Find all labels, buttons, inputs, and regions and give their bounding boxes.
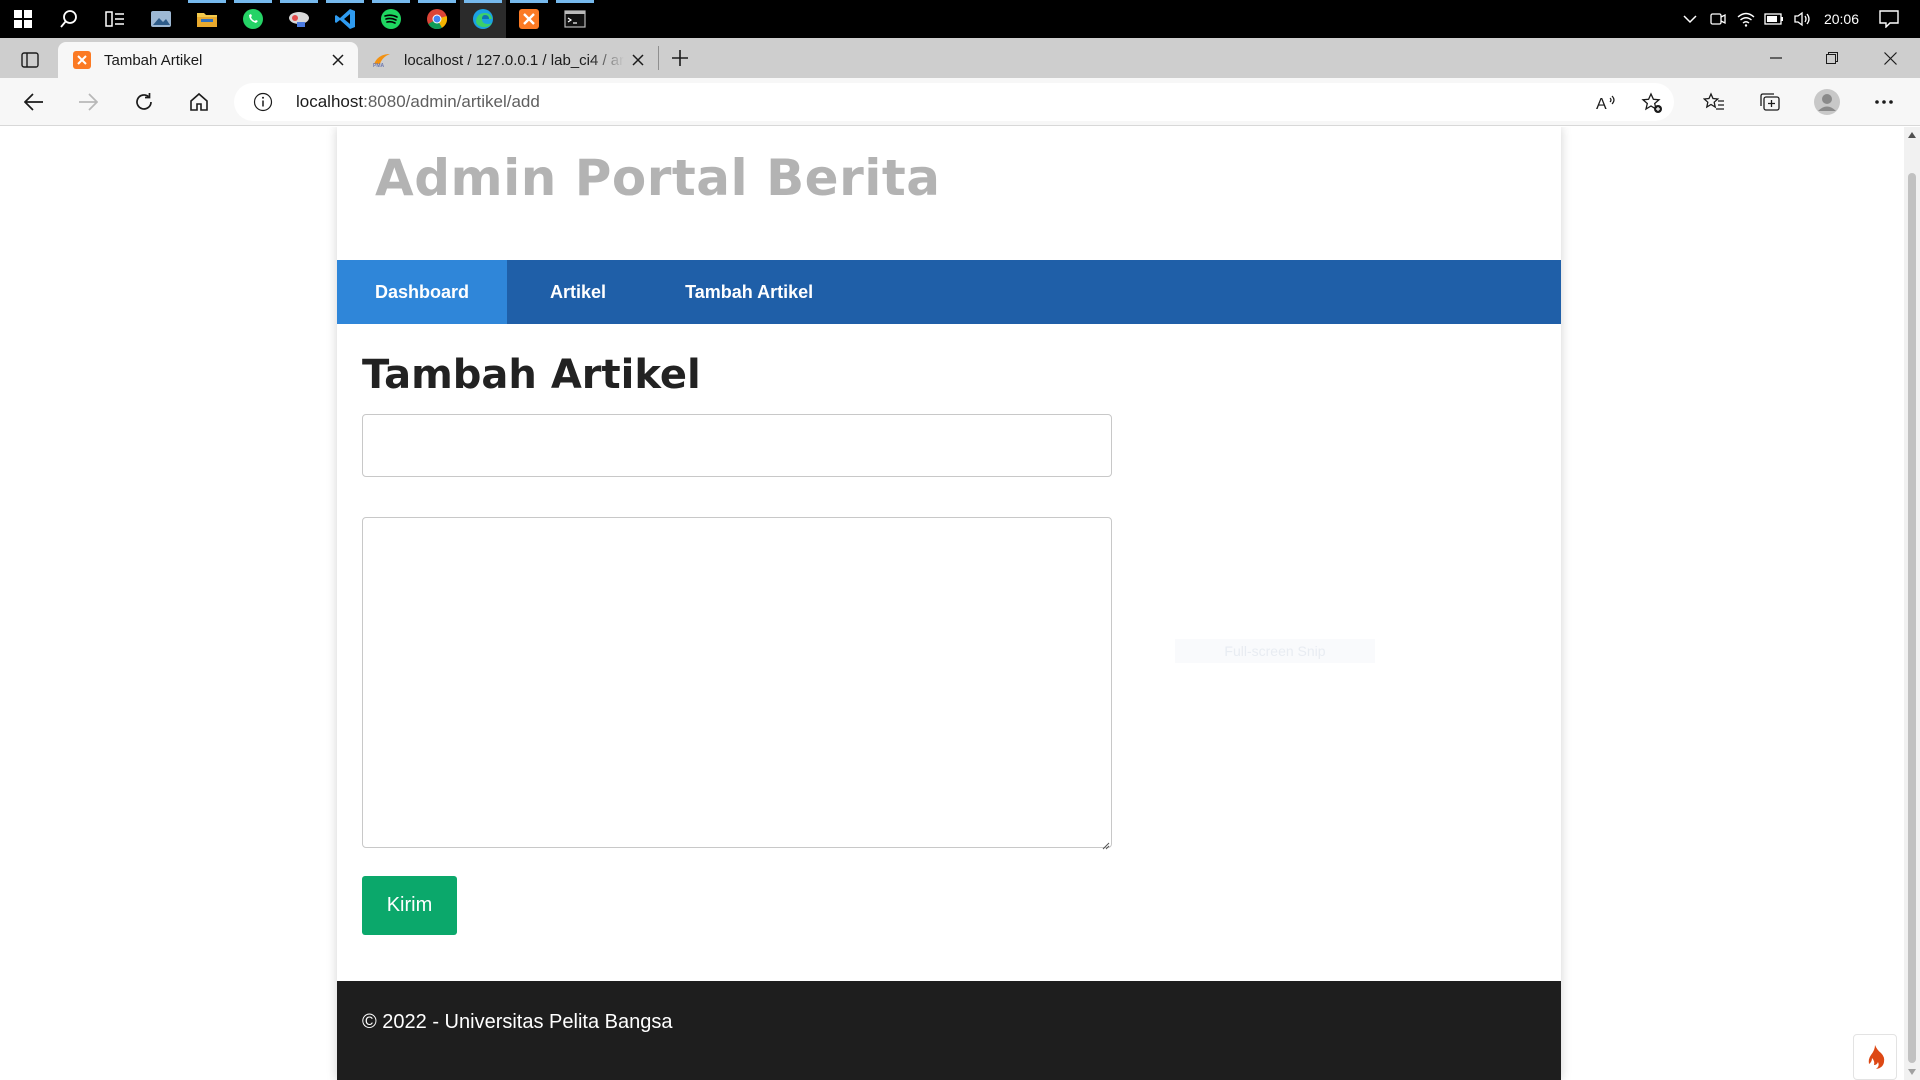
url-host: localhost [296,92,364,111]
windows-taskbar: 20:06 [0,0,1920,38]
page-viewport: Admin Portal Berita Dashboard Artikel Ta… [0,127,1904,1080]
profile-avatar-icon[interactable] [1809,84,1845,120]
back-icon[interactable] [16,84,52,120]
terminal-icon[interactable] [552,0,598,38]
site-title: Admin Portal Berita [375,149,941,207]
url-path: :8080/admin/artikel/add [363,92,540,111]
notification-icon[interactable] [1876,0,1902,38]
wifi-icon[interactable] [1735,0,1757,38]
vertical-scrollbar[interactable] [1904,127,1920,1080]
page-container: Admin Portal Berita Dashboard Artikel Ta… [337,127,1561,1080]
chevron-up-icon[interactable] [1679,0,1701,38]
nav-tambah-artikel[interactable]: Tambah Artikel [649,260,856,324]
home-icon[interactable] [181,84,217,120]
more-options-icon[interactable] [1866,84,1902,120]
close-tab-icon[interactable] [324,46,352,74]
edge-icon[interactable] [460,0,506,38]
battery-icon[interactable] [1763,0,1785,38]
nav-dashboard[interactable]: Dashboard [337,260,508,324]
xampp-favicon-icon [72,50,92,70]
read-aloud-icon[interactable]: A [1594,90,1620,116]
add-favorite-icon[interactable] [1639,90,1665,116]
vscode-icon[interactable] [322,0,368,38]
tab-title: localhost / 127.0.0.1 / lab_ci4 / artike… [404,51,624,69]
new-tab-icon[interactable] [664,44,696,72]
search-icon[interactable] [46,0,92,38]
codeigniter-toolbar-icon[interactable] [1853,1034,1897,1080]
file-explorer-icon[interactable] [184,0,230,38]
svg-text:A: A [1596,96,1607,112]
tab-actions-icon[interactable] [12,46,48,74]
address-bar[interactable]: localhost:8080/admin/artikel/add A [234,83,1674,121]
main-nav: Dashboard Artikel Tambah Artikel [337,260,1561,324]
chrome-icon[interactable] [414,0,460,38]
url-text[interactable]: localhost:8080/admin/artikel/add [296,92,540,112]
svg-text:PMA: PMA [373,63,385,68]
close-window-icon[interactable] [1862,38,1918,78]
scroll-down-icon[interactable] [1904,1064,1920,1080]
kirim-button[interactable]: Kirim [362,876,457,935]
favorites-icon[interactable] [1696,84,1732,120]
close-tab-icon[interactable] [624,46,652,74]
photos-icon[interactable] [138,0,184,38]
scrollbar-thumb[interactable] [1908,173,1916,1063]
refresh-icon[interactable] [126,84,162,120]
browser-tabstrip: Tambah Artikel PMA localhost / 127.0.0.1… [0,38,1920,78]
collections-icon[interactable] [1752,84,1788,120]
judul-input[interactable] [362,414,1112,477]
scroll-up-icon[interactable] [1904,127,1920,143]
site-info-icon[interactable] [252,91,274,113]
start-icon[interactable] [0,0,46,38]
clock[interactable]: 20:06 [1824,11,1859,27]
tab-separator [658,46,659,70]
browser-toolbar: localhost:8080/admin/artikel/add A [0,78,1920,126]
restore-icon[interactable] [1804,38,1860,78]
tab-phpmyadmin[interactable]: PMA localhost / 127.0.0.1 / lab_ci4 / ar… [358,42,658,78]
snip-overlay-label: Full-screen Snip [1175,639,1375,663]
page-heading: Tambah Artikel [362,352,701,398]
nav-artikel[interactable]: Artikel [507,260,649,324]
spotify-icon[interactable] [368,0,414,38]
forward-icon[interactable] [70,84,106,120]
minimize-icon[interactable] [1748,38,1804,78]
isi-textarea[interactable] [362,517,1112,848]
xampp-icon[interactable] [506,0,552,38]
tab-tambah-artikel[interactable]: Tambah Artikel [58,42,358,78]
site-footer: © 2022 - Universitas Pelita Bangsa [337,981,1561,1080]
app-icon[interactable] [276,0,322,38]
volume-icon[interactable] [1791,0,1813,38]
meet-now-icon[interactable] [1707,0,1729,38]
resize-grip-icon[interactable] [1100,835,1110,850]
task-view-icon[interactable] [92,0,138,38]
main-content: Tambah Artikel Kirim Full-screen Snip [337,324,1561,935]
footer-text: © 2022 - Universitas Pelita Bangsa [362,1011,673,1033]
system-tray: 20:06 [1676,0,1920,38]
whatsapp-icon[interactable] [230,0,276,38]
site-header: Admin Portal Berita [337,127,1561,260]
tab-title: Tambah Artikel [104,51,203,69]
phpmyadmin-favicon-icon: PMA [372,50,392,70]
